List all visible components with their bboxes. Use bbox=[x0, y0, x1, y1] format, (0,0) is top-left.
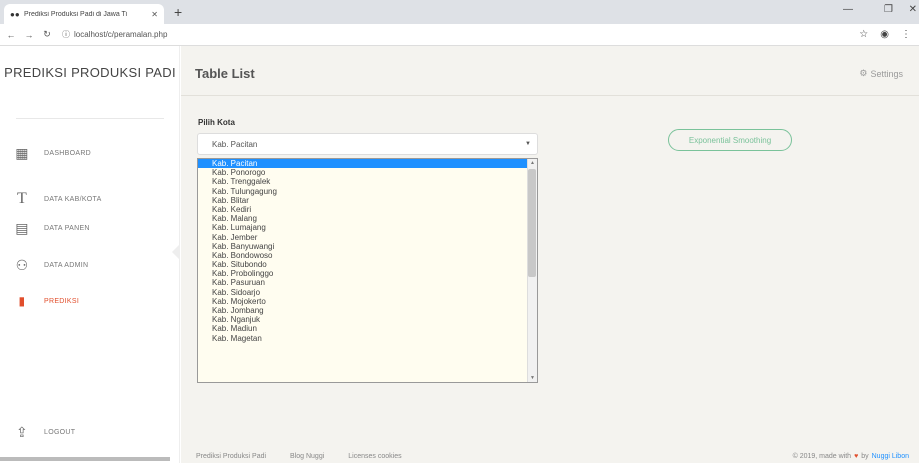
info-icon: ⓘ bbox=[62, 30, 70, 39]
dropdown-option[interactable]: Kab. Lumajang bbox=[198, 223, 537, 232]
brand-logo[interactable]: PREDIKSI PRODUKSI PADI bbox=[0, 64, 180, 82]
dropdown-option[interactable]: Kab. Jombang bbox=[198, 306, 537, 315]
minimize-icon[interactable]: — bbox=[843, 4, 853, 15]
dropdown-option[interactable]: Kab. Magetan bbox=[198, 334, 537, 343]
footer-link[interactable]: Licenses cookies bbox=[348, 453, 401, 460]
exponential-smoothing-button[interactable]: Exponential Smoothing bbox=[668, 129, 792, 151]
logout-icon: ⇪ bbox=[15, 423, 29, 440]
dropdown-option[interactable]: Kab. Bondowoso bbox=[198, 251, 537, 260]
tab-title: Prediksi Produksi Padi di Jawa Ti bbox=[24, 10, 128, 18]
pin-icon: ▮ bbox=[18, 294, 26, 308]
dropdown-option[interactable]: Kab. Sidoarjo bbox=[198, 288, 537, 297]
reload-icon[interactable]: ↻ bbox=[40, 29, 54, 40]
dropdown-option[interactable]: Kab. Situbondo bbox=[198, 260, 537, 269]
dropdown-option[interactable]: Kab. Mojokerto bbox=[198, 297, 537, 306]
page-title: Table List bbox=[195, 66, 255, 81]
profile-icon[interactable]: ◉ bbox=[880, 29, 889, 40]
chevron-down-icon: ▼ bbox=[525, 141, 531, 147]
dropdown-option[interactable]: Kab. Trenggalek bbox=[198, 177, 537, 186]
dropdown-option[interactable]: Kab. Kediri bbox=[198, 205, 537, 214]
city-select-value: Kab. Pacitan bbox=[212, 139, 258, 149]
sidebar-item-data-kabkota[interactable]: T DATA KAB/KOTA bbox=[14, 188, 174, 210]
active-indicator bbox=[172, 244, 180, 260]
sidebar-item-prediksi[interactable]: ▮ PREDIKSI bbox=[14, 290, 174, 312]
dropdown-option[interactable]: Kab. Nganjuk bbox=[198, 315, 537, 324]
scrollbar-thumb[interactable] bbox=[528, 169, 536, 277]
dropdown-options: Kab. Pacitan Kab. Ponorogo Kab. Trenggalek… bbox=[198, 159, 537, 343]
main-panel: Table List ⚙ Settings Pilih Kota Kab. Pa… bbox=[181, 46, 919, 463]
url-field[interactable]: ⓘ localhost/c/peramalan.php bbox=[62, 29, 167, 40]
city-dropdown-list[interactable]: Kab. Pacitan Kab. Ponorogo Kab. Trenggalek… bbox=[197, 158, 538, 383]
sidebar: PREDIKSI PRODUKSI PADI ▦ DASHBOARD T DAT… bbox=[0, 46, 180, 463]
horizontal-scrollbar[interactable] bbox=[0, 457, 170, 461]
credit-by: by bbox=[861, 453, 869, 460]
sidebar-item-label: DATA KAB/KOTA bbox=[44, 195, 102, 203]
dropdown-option[interactable]: Kab. Pasuruan bbox=[198, 278, 537, 287]
footer-link[interactable]: Blog Nuggi bbox=[290, 453, 324, 460]
scrollbar[interactable]: ▲ ▼ bbox=[527, 159, 537, 382]
back-icon[interactable]: ← bbox=[4, 30, 18, 40]
user-icon: ⚇ bbox=[15, 256, 29, 273]
sidebar-item-dashboard[interactable]: ▦ DASHBOARD bbox=[14, 142, 174, 164]
top-navbar: Table List ⚙ Settings bbox=[181, 46, 919, 96]
dropdown-option[interactable]: Kab. Tulungagung bbox=[198, 187, 537, 196]
author-link[interactable]: Nuggi Libon bbox=[872, 453, 909, 460]
dropdown-option[interactable]: Kab. Blitar bbox=[198, 196, 537, 205]
city-label: Pilih Kota bbox=[198, 118, 235, 127]
gear-icon: ⚙ bbox=[859, 68, 868, 78]
sidebar-item-label: DASHBOARD bbox=[44, 149, 92, 157]
forward-icon[interactable]: → bbox=[22, 30, 36, 40]
dropdown-option[interactable]: Kab. Probolinggo bbox=[198, 269, 537, 278]
browser-tab[interactable]: ●● Prediksi Produksi Padi di Jawa Ti ✕ bbox=[4, 4, 164, 24]
city-select[interactable]: Kab. Pacitan ▼ bbox=[197, 133, 538, 155]
dropdown-option[interactable]: Kab. Jember bbox=[198, 233, 537, 242]
brand-divider bbox=[16, 118, 164, 119]
dropdown-option[interactable]: Kab. Ponorogo bbox=[198, 168, 537, 177]
favicon-icon: ●● bbox=[10, 9, 20, 19]
new-tab-icon[interactable]: + bbox=[174, 4, 182, 20]
settings-label: Settings bbox=[870, 68, 903, 79]
scroll-down-icon[interactable]: ▼ bbox=[530, 375, 535, 381]
heart-icon: ♥ bbox=[854, 453, 859, 460]
text-icon: T bbox=[16, 190, 28, 207]
logout-button[interactable]: ⇪ LOGOUT bbox=[14, 421, 174, 443]
url-text: localhost/c/peramalan.php bbox=[74, 30, 168, 39]
sidebar-item-data-panen[interactable]: ▤ DATA PANEN bbox=[14, 217, 174, 239]
dropdown-option[interactable]: Kab. Banyuwangi bbox=[198, 242, 537, 251]
restore-icon[interactable]: ❐ bbox=[884, 4, 893, 15]
tab-close-icon[interactable]: ✕ bbox=[151, 10, 158, 19]
credit-text: © 2019, made with bbox=[792, 453, 852, 460]
sidebar-item-label: PREDIKSI bbox=[44, 297, 80, 305]
settings-link[interactable]: ⚙ Settings bbox=[859, 68, 903, 79]
footer-link[interactable]: Prediksi Produksi Padi bbox=[196, 453, 266, 460]
dropdown-option[interactable]: Kab. Madiun bbox=[198, 324, 537, 333]
bookmark-star-icon[interactable]: ☆ bbox=[859, 29, 868, 40]
table-icon: ▤ bbox=[15, 219, 29, 236]
browser-tab-bar: ●● Prediksi Produksi Padi di Jawa Ti ✕ +… bbox=[0, 0, 919, 24]
sidebar-item-data-admin[interactable]: ⚇ DATA ADMIN bbox=[14, 254, 174, 276]
menu-icon[interactable]: ⋮ bbox=[901, 29, 911, 40]
logout-label: LOGOUT bbox=[44, 428, 76, 436]
dropdown-option[interactable]: Kab. Malang bbox=[198, 214, 537, 223]
chart-icon: ▦ bbox=[15, 144, 29, 161]
footer: Prediksi Produksi Padi Blog Nuggi Licens… bbox=[181, 451, 919, 463]
dropdown-option[interactable]: Kab. Pacitan bbox=[198, 159, 537, 169]
close-window-icon[interactable]: ✕ bbox=[909, 4, 917, 15]
address-bar: ← → ↻ ⓘ localhost/c/peramalan.php ☆ ◉ ⋮ bbox=[0, 24, 919, 46]
sidebar-item-label: DATA ADMIN bbox=[44, 261, 89, 269]
sidebar-item-label: DATA PANEN bbox=[44, 224, 90, 232]
scroll-up-icon[interactable]: ▲ bbox=[530, 160, 535, 166]
